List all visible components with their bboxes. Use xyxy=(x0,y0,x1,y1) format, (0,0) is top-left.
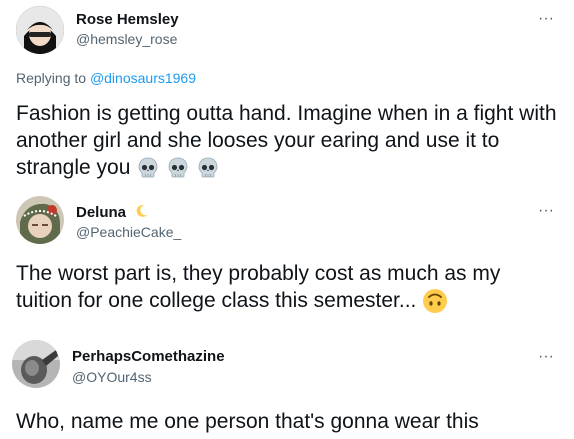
more-options-icon[interactable]: ··· xyxy=(538,11,554,27)
tweet-text: Fashion is getting outta hand. Imagine w… xyxy=(16,100,561,181)
display-name[interactable]: Rose Hemsley xyxy=(76,11,179,28)
display-name-text: Deluna xyxy=(76,204,127,221)
user-handle[interactable]: @PeachieCake_ xyxy=(76,224,181,240)
user-handle[interactable]: @hemsley_rose xyxy=(76,31,177,47)
tweet-text-content: Who, name me one person that's gonna wea… xyxy=(16,410,479,433)
replying-to-link[interactable]: @dinosaurs1969 xyxy=(90,70,196,86)
skull-icon xyxy=(198,158,218,178)
more-options-icon[interactable]: ··· xyxy=(538,203,554,219)
avatar[interactable] xyxy=(16,6,64,54)
avatar-image xyxy=(16,6,64,54)
tweet-deluna[interactable]: Deluna @PeachieCake_ ··· The worst part … xyxy=(0,188,574,328)
crescent-moon-icon xyxy=(136,204,148,217)
avatar[interactable] xyxy=(12,340,60,388)
display-name[interactable]: PerhapsComethazine xyxy=(72,348,225,365)
skull-icon xyxy=(138,158,158,178)
more-options-icon[interactable]: ··· xyxy=(538,349,554,365)
skull-icon xyxy=(168,158,188,178)
tweet-text-content: Fashion is getting outta hand. Imagine w… xyxy=(16,102,557,179)
upside-down-face-icon xyxy=(423,289,448,314)
tweet-perhapscomethazine[interactable]: PerhapsComethazine @OYOur4ss ··· Who, na… xyxy=(0,328,574,439)
avatar-image xyxy=(16,196,64,244)
replying-to: Replying to @dinosaurs1969 xyxy=(16,70,196,86)
user-handle[interactable]: @OYOur4ss xyxy=(72,369,152,385)
display-name[interactable]: Deluna xyxy=(76,203,149,221)
tweet-text: Who, name me one person that's gonna wea… xyxy=(16,408,561,435)
tweet-rose-hemsley[interactable]: Rose Hemsley @hemsley_rose ··· Replying … xyxy=(0,0,574,188)
avatar[interactable] xyxy=(16,196,64,244)
tweet-text: The worst part is, they probably cost as… xyxy=(16,260,561,314)
skull-icons xyxy=(136,156,220,179)
avatar-image xyxy=(12,340,60,388)
replying-to-label: Replying to xyxy=(16,70,87,86)
